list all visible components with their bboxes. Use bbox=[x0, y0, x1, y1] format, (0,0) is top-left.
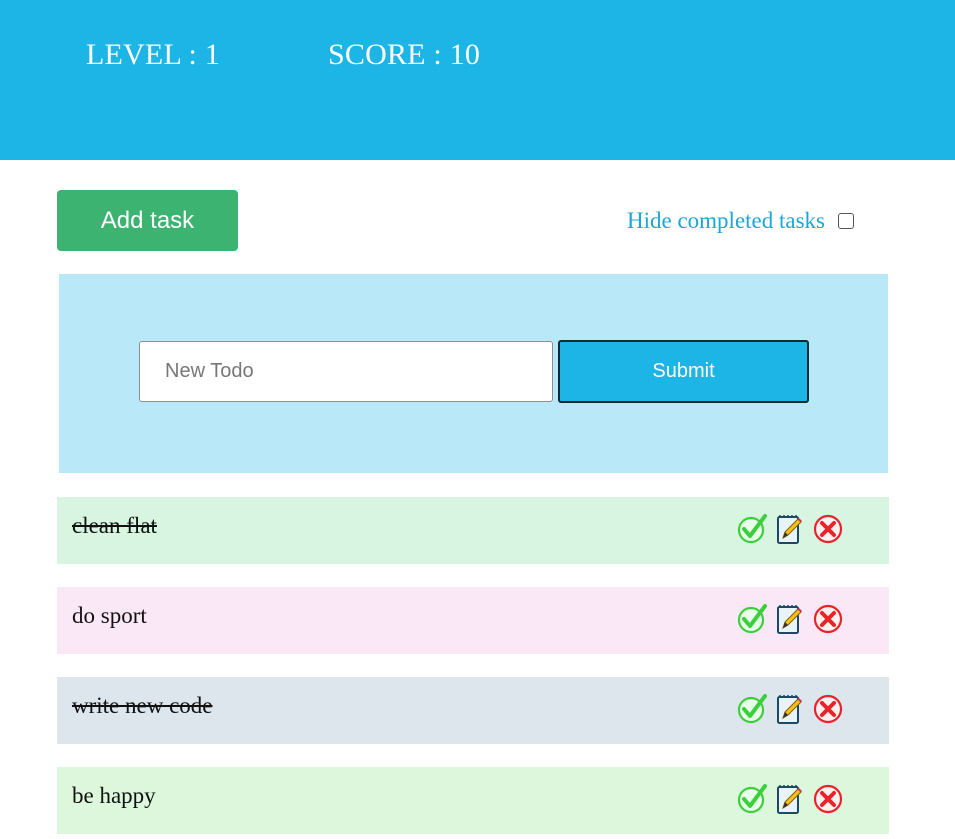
task-item: be happy bbox=[57, 767, 889, 834]
edit-icon[interactable] bbox=[774, 602, 806, 636]
task-actions bbox=[736, 512, 850, 546]
check-icon[interactable] bbox=[736, 602, 768, 636]
hide-completed-checkbox[interactable] bbox=[838, 213, 855, 229]
edit-icon[interactable] bbox=[774, 512, 806, 546]
check-icon[interactable] bbox=[736, 782, 768, 816]
hide-completed-toggle[interactable]: Hide completed tasks bbox=[627, 206, 855, 236]
new-todo-input[interactable] bbox=[139, 341, 553, 402]
task-text: clean flat bbox=[72, 513, 157, 538]
score-display: SCORE : 10 bbox=[328, 38, 481, 71]
add-task-button[interactable]: Add task bbox=[57, 190, 238, 251]
task-item: write new code bbox=[57, 677, 889, 744]
delete-icon[interactable] bbox=[812, 512, 844, 546]
check-icon[interactable] bbox=[736, 512, 768, 546]
task-item: clean flat bbox=[57, 497, 889, 564]
edit-icon[interactable] bbox=[774, 692, 806, 726]
task-text: write new code bbox=[72, 693, 213, 718]
header-bar: LEVEL : 1 SCORE : 10 bbox=[0, 0, 955, 160]
task-text: be happy bbox=[72, 783, 156, 808]
check-icon[interactable] bbox=[736, 692, 768, 726]
hide-completed-label[interactable]: Hide completed tasks bbox=[627, 208, 825, 234]
task-actions bbox=[736, 692, 850, 726]
edit-icon[interactable] bbox=[774, 782, 806, 816]
delete-icon[interactable] bbox=[812, 602, 844, 636]
task-text: do sport bbox=[72, 603, 147, 628]
delete-icon[interactable] bbox=[812, 692, 844, 726]
level-display: LEVEL : 1 bbox=[86, 38, 220, 71]
delete-icon[interactable] bbox=[812, 782, 844, 816]
submit-button[interactable]: Submit bbox=[558, 340, 809, 403]
task-actions bbox=[736, 782, 850, 816]
task-actions bbox=[736, 602, 850, 636]
task-item: do sport bbox=[57, 587, 889, 654]
